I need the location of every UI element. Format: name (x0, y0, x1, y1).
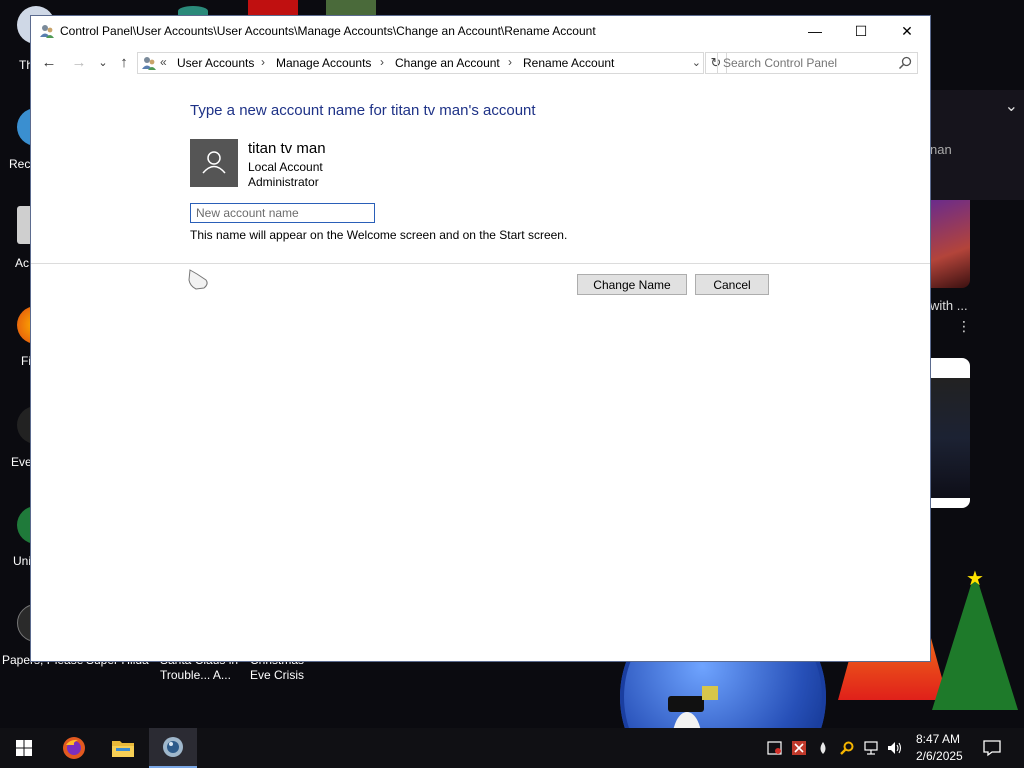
notification-icon (983, 740, 1001, 757)
control-panel-window: Control Panel\User Accounts\User Account… (31, 16, 930, 661)
chevron-down-icon[interactable]: ⌄ (1005, 96, 1018, 116)
breadcrumb-user-accounts[interactable]: User Accounts (177, 56, 254, 70)
panel-text: nan (930, 142, 952, 157)
user-accounts-icon (40, 25, 54, 38)
up-button[interactable]: ↑ (116, 55, 132, 71)
maximize-icon: ☐ (854, 22, 868, 39)
search-box[interactable] (717, 52, 918, 74)
control-panel-icon (142, 57, 156, 70)
user-icon (202, 151, 226, 174)
change-name-button[interactable]: Change Name (577, 274, 687, 295)
account-name: titan tv man (248, 140, 326, 157)
background-app-panel: ⌄ nan (930, 90, 1024, 200)
breadcrumb-rename-account[interactable]: Rename Account (523, 56, 614, 70)
desktop-label-firefox: Fi (21, 354, 31, 368)
windows-logo-icon (16, 740, 32, 756)
clock-date[interactable]: 2/6/2025 (916, 749, 963, 763)
maximize-button[interactable]: ☐ (838, 16, 884, 46)
name-hint-text: This name will appear on the Welcome scr… (190, 228, 568, 242)
window-title: Control Panel\User Accounts\User Account… (60, 24, 596, 38)
video-thumbnail-2[interactable] (930, 358, 970, 508)
christmas-tree-decoration (932, 572, 1018, 710)
taskbar-firefox[interactable] (50, 728, 98, 768)
close-button[interactable]: ✕ (884, 16, 930, 46)
taskbar-control-panel[interactable] (149, 728, 197, 768)
desktop-label-uninstall: Uni (13, 554, 32, 568)
title-bar[interactable]: Control Panel\User Accounts\User Account… (31, 16, 930, 46)
pointer-hand-icon (188, 269, 208, 290)
breadcrumb-separator[interactable]: › (261, 55, 265, 69)
thumbnail-red[interactable] (248, 0, 298, 16)
video-thumbnail[interactable] (930, 200, 970, 288)
taskbar-file-explorer[interactable] (99, 728, 147, 768)
breadcrumb-separator[interactable]: › (380, 55, 384, 69)
network-icon[interactable] (863, 740, 879, 756)
breadcrumb-overflow[interactable]: « (160, 55, 167, 69)
more-options-icon[interactable]: ⋮ (957, 318, 971, 335)
thumbnail-teal[interactable] (178, 6, 208, 16)
cancel-button[interactable]: Cancel (695, 274, 769, 295)
taskbar: 8:47 AM 2/6/2025 (0, 728, 1024, 768)
volume-icon[interactable] (887, 740, 903, 756)
breadcrumb-separator[interactable]: › (508, 55, 512, 69)
search-input[interactable] (723, 55, 888, 71)
star-decoration: ★ (966, 568, 984, 590)
navigation-bar: ← → ⌄ ↑ « User Accounts › Manage Account… (31, 46, 930, 80)
folder-icon (112, 741, 134, 757)
divider (31, 263, 930, 264)
minimize-button[interactable]: — (792, 16, 838, 46)
tray-app-icon[interactable] (767, 740, 783, 756)
start-button[interactable] (0, 728, 48, 768)
minimize-icon: — (808, 23, 822, 39)
firefox-icon (63, 737, 85, 759)
droplet-icon[interactable] (815, 740, 831, 756)
desktop-label-acrobat: Ac (15, 256, 30, 270)
magnifier-tray-icon[interactable] (839, 740, 855, 756)
video-title-truncated: with ... (930, 298, 968, 313)
tray-security-icon[interactable] (791, 740, 807, 756)
clock-time[interactable]: 8:47 AM (916, 732, 960, 746)
account-role: Administrator (248, 175, 319, 189)
new-account-name-input[interactable] (190, 203, 375, 223)
search-icon[interactable] (898, 56, 912, 70)
breadcrumb-change-an-account[interactable]: Change an Account (395, 56, 500, 70)
back-button[interactable]: ← (41, 55, 57, 71)
account-type: Local Account (248, 160, 323, 174)
forward-button[interactable]: → (71, 55, 87, 71)
page-heading: Type a new account name for titan tv man… (190, 102, 536, 119)
action-center-button[interactable] (976, 728, 1008, 768)
close-icon: ✕ (901, 22, 913, 39)
rename-account-content: Type a new account name for titan tv man… (31, 80, 930, 661)
control-panel-icon (163, 737, 183, 757)
address-bar[interactable]: « User Accounts › Manage Accounts › Chan… (137, 52, 704, 74)
avatar (190, 139, 238, 187)
chevron-down-icon[interactable]: ⌄ (692, 56, 701, 69)
breadcrumb-manage-accounts[interactable]: Manage Accounts (276, 56, 371, 70)
recent-locations-button[interactable]: ⌄ (95, 55, 111, 71)
thumbnail-green[interactable] (326, 0, 376, 16)
